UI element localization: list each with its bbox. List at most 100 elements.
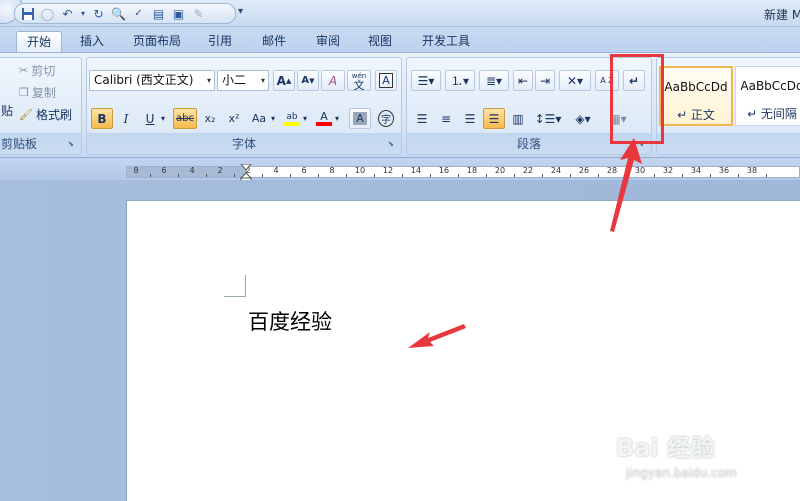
watermark-brand: Bai 经验: [616, 434, 716, 462]
character-border-button[interactable]: A: [375, 70, 397, 91]
ruler-tick-mark: [402, 174, 403, 177]
clipboard-group: 贴 ✂ 剪切 ❐ 复制 🖌 格式刷 剪贴板 ⬊: [0, 57, 82, 155]
superscript-button[interactable]: x²: [223, 108, 245, 129]
align-left-icon: ☰: [416, 111, 428, 126]
paintbrush-icon: 🖌: [19, 108, 33, 121]
multilevel-list-icon: ≣▾: [485, 73, 503, 88]
tab-page-layout[interactable]: 页面布局: [124, 31, 190, 53]
distributed-button[interactable]: ▥: [507, 108, 529, 129]
font-color-button[interactable]: A: [313, 108, 335, 129]
change-case-dropdown-icon[interactable]: ▾: [271, 114, 275, 123]
clear-format-button[interactable]: A: [321, 70, 345, 91]
cut-button[interactable]: ✂ 剪切: [19, 62, 55, 79]
font-color-dropdown-icon[interactable]: ▾: [335, 114, 339, 123]
italic-button[interactable]: I: [115, 108, 137, 129]
ruler-tick-label: 34: [690, 166, 702, 175]
tab-developer[interactable]: 开发工具: [412, 31, 480, 53]
numbering-button[interactable]: ⒈▾: [445, 70, 475, 91]
align-right-button[interactable]: ☰: [459, 108, 481, 129]
paste-button[interactable]: 贴: [1, 102, 13, 119]
insert-picture-icon[interactable]: ▣: [170, 5, 187, 22]
horizontal-ruler[interactable]: 8 6 4 2 2 4 6 8 10 12 14 16 18 20 22 24 26 28 30 32 34 36 38: [126, 166, 800, 178]
document-text[interactable]: 百度经验: [248, 306, 332, 336]
redo-icon[interactable]: ↻: [90, 5, 107, 22]
ruler-tick-label: 2: [217, 166, 223, 175]
ruler-tick-label: 8: [329, 166, 335, 175]
save-icon[interactable]: [19, 5, 36, 22]
font-color-icon: A: [320, 110, 328, 123]
ruler-tick-label: 36: [718, 166, 730, 175]
ruler-tick-label: 14: [410, 166, 422, 175]
change-case-button[interactable]: Aa: [247, 108, 271, 129]
tab-mailings[interactable]: 邮件: [252, 31, 296, 53]
bold-button[interactable]: B: [91, 108, 113, 129]
ruler-tick-mark: [766, 174, 767, 177]
line-spacing-button[interactable]: ↕☰▾: [533, 108, 563, 129]
ruler-tick-mark: [598, 174, 599, 177]
underline-dropdown-icon[interactable]: ▾: [161, 114, 165, 123]
phonetic-guide-button[interactable]: wén 文: [347, 70, 371, 91]
bullets-button[interactable]: ☰▾: [411, 70, 441, 91]
grow-font-button[interactable]: A ▲: [273, 70, 295, 91]
format-painter-button[interactable]: 🖌 格式刷: [19, 106, 72, 123]
align-center-button[interactable]: ≡: [435, 108, 457, 129]
ruler-tick-mark: [682, 174, 683, 177]
style-name: ↵ 正文: [677, 108, 715, 122]
decrease-indent-button[interactable]: ⇤: [513, 70, 533, 91]
ruler-tick-mark: [290, 174, 291, 177]
font-dialog-launcher-icon[interactable]: ⬊: [388, 140, 397, 149]
print-preview-icon[interactable]: 🔍: [110, 5, 127, 22]
ruler-tick-label: 6: [301, 166, 307, 175]
tab-insert[interactable]: 插入: [70, 31, 114, 53]
tab-review[interactable]: 审阅: [306, 31, 350, 53]
watermark-url: jingyan.baidu.com: [626, 466, 737, 480]
ruler-tick-label: 22: [522, 166, 534, 175]
strikethrough-button[interactable]: abc: [173, 108, 197, 129]
ruler-tick-mark: [318, 174, 319, 177]
clipboard-dialog-launcher-icon[interactable]: ⬊: [68, 140, 77, 149]
ruler-tick-label: 6: [161, 166, 167, 175]
styles-group: AaBbCcDd ↵ 正文 AaBbCcDd ↵ 无间隔: [656, 57, 800, 155]
character-shading-button[interactable]: A: [349, 108, 371, 129]
ruler-tick-mark: [514, 174, 515, 177]
copy-button[interactable]: ❐ 复制: [19, 84, 56, 101]
shrink-font-button[interactable]: A ▼: [297, 70, 319, 91]
tab-home[interactable]: 开始: [16, 31, 62, 53]
track-icon[interactable]: ✎: [190, 5, 207, 22]
text-highlight-button[interactable]: ab: [281, 108, 303, 129]
subscript-button[interactable]: x₂: [199, 108, 221, 129]
justify-icon: ☰: [488, 111, 500, 126]
tab-references[interactable]: 引用: [198, 31, 242, 53]
ruler-tick-label: 4: [273, 166, 279, 175]
new-document-icon[interactable]: ◯: [39, 5, 56, 22]
font-size-combo[interactable]: 小二 ▾: [217, 70, 269, 91]
clear-format-icon: A: [328, 73, 338, 88]
chinese-layout-button[interactable]: ✕▾: [559, 70, 591, 91]
document-icon[interactable]: ▤: [150, 5, 167, 22]
increase-indent-icon: ⇥: [539, 73, 551, 88]
tab-view[interactable]: 视图: [358, 31, 402, 53]
enclose-characters-button[interactable]: 字: [375, 108, 397, 129]
ruler-tick-mark: [738, 174, 739, 177]
increase-indent-button[interactable]: ⇥: [535, 70, 555, 91]
font-name-combo[interactable]: Calibri (西文正文) ▾: [89, 70, 215, 91]
style-no-spacing[interactable]: AaBbCcDd ↵ 无间隔: [735, 66, 800, 126]
spelling-check-icon[interactable]: ✓: [130, 5, 147, 22]
watermark: Bai 经验 jingyan.baidu.com: [612, 428, 792, 488]
margin-corner-mark: [224, 275, 246, 297]
multilevel-list-button[interactable]: ≣▾: [479, 70, 509, 91]
shading-button[interactable]: ◈▾: [567, 108, 599, 129]
style-normal[interactable]: AaBbCcDd ↵ 正文: [659, 66, 733, 126]
highlight-dropdown-icon[interactable]: ▾: [303, 114, 307, 123]
align-left-button[interactable]: ☰: [411, 108, 433, 129]
undo-icon[interactable]: ↶: [59, 5, 76, 22]
justify-button[interactable]: ☰: [483, 108, 505, 129]
font-name-value: Calibri (西文正文): [94, 73, 194, 87]
underline-button[interactable]: U: [139, 108, 161, 129]
style-name: ↵ 无间隔: [747, 107, 797, 121]
ruler-tick-mark: [570, 174, 571, 177]
ruler-tick-label: 24: [550, 166, 562, 175]
undo-dropdown-icon[interactable]: ▾: [79, 5, 87, 22]
ruler-tick-label: 8: [133, 166, 139, 175]
customize-qat-icon[interactable]: ▾: [238, 6, 243, 17]
